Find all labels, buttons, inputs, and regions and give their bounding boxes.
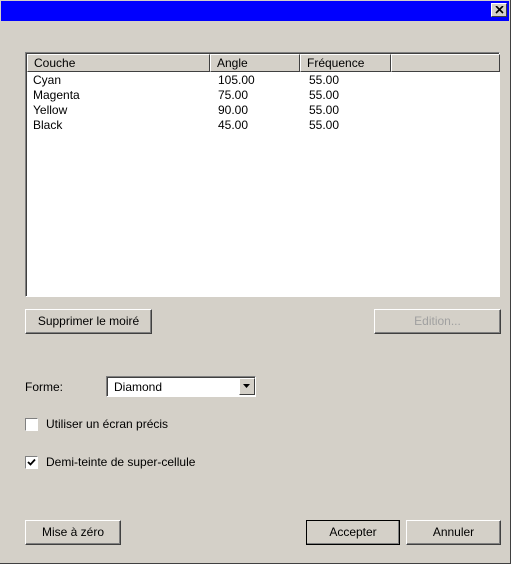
reset-button[interactable]: Mise à zéro	[25, 520, 121, 545]
cell-couche: Cyan	[33, 73, 62, 87]
shape-label: Forme:	[25, 380, 64, 394]
cell-frequence: 55.00	[309, 103, 340, 117]
cancel-button[interactable]: Annuler	[406, 520, 501, 545]
column-header-angle[interactable]: Angle	[210, 54, 300, 72]
dropdown-button[interactable]	[239, 378, 255, 395]
close-button[interactable]	[491, 3, 507, 17]
list-item[interactable]: Magenta 75.00 55.00	[27, 88, 499, 103]
list-item[interactable]: Cyan 105.00 55.00	[27, 73, 499, 88]
list-item[interactable]: Black 45.00 55.00	[27, 118, 499, 133]
column-header-couche[interactable]: Couche	[27, 54, 210, 72]
precise-screen-checkbox[interactable]	[25, 418, 38, 431]
cell-frequence: 55.00	[309, 73, 340, 87]
halftone-dialog: Couche Angle Fréquence Cyan 105.00 55.00…	[0, 0, 511, 564]
shape-select[interactable]: Diamond	[106, 376, 256, 397]
supercell-label: Demi-teinte de super-cellule	[46, 455, 196, 469]
edit-button[interactable]: Edition...	[374, 309, 501, 334]
accept-button[interactable]: Accepter	[306, 520, 400, 545]
shape-select-value: Diamond	[114, 380, 163, 394]
cell-frequence: 55.00	[309, 88, 340, 102]
remove-moire-button[interactable]: Supprimer le moiré	[25, 309, 152, 334]
cell-couche: Yellow	[33, 103, 68, 117]
cell-couche: Magenta	[33, 88, 80, 102]
column-header-frequence[interactable]: Fréquence	[300, 54, 391, 72]
title-bar[interactable]	[1, 1, 509, 21]
cell-frequence: 55.00	[309, 118, 340, 132]
list-item[interactable]: Yellow 90.00 55.00	[27, 103, 499, 118]
cell-angle: 45.00	[218, 118, 249, 132]
cell-couche: Black	[33, 118, 63, 132]
supercell-checkbox[interactable]	[25, 456, 38, 469]
screen-layers-list[interactable]: Couche Angle Fréquence Cyan 105.00 55.00…	[25, 52, 500, 297]
cell-angle: 105.00	[218, 73, 255, 87]
column-header-empty	[391, 54, 500, 72]
precise-screen-label: Utiliser un écran précis	[46, 417, 169, 431]
cell-angle: 75.00	[218, 88, 249, 102]
cell-angle: 90.00	[218, 103, 249, 117]
